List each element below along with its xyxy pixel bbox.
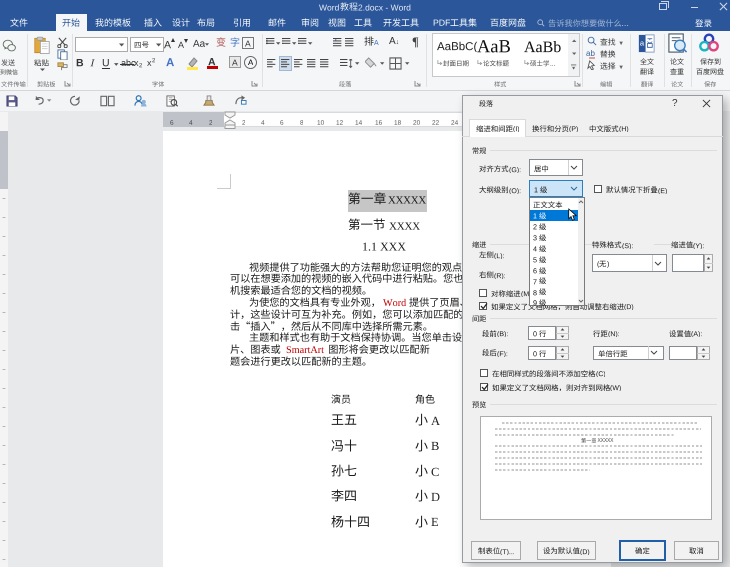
svg-text:a: a bbox=[640, 38, 645, 47]
svg-text:ab: ab bbox=[586, 49, 595, 58]
